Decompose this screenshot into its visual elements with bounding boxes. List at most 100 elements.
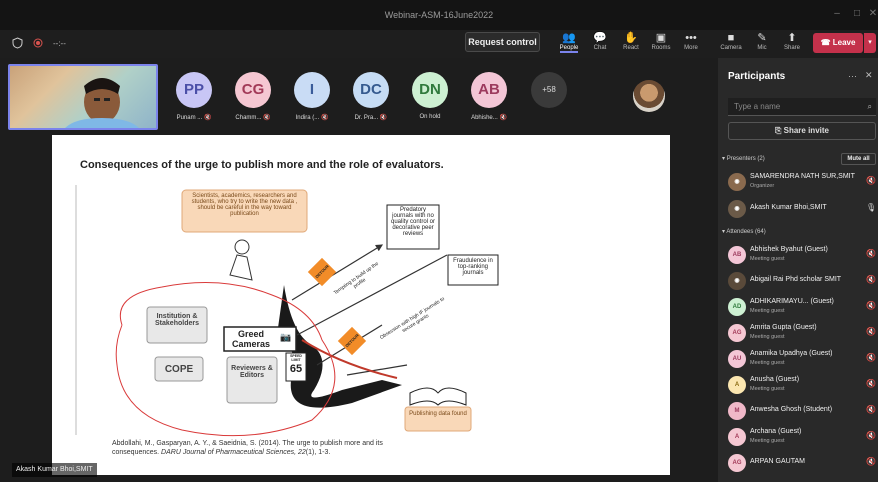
participant-row[interactable]: A Archana (Guest) Meeting guest 🔇	[728, 425, 878, 449]
participants-panel: Participants ··· ✕ Type a name ⌕ ⎘ Share…	[718, 58, 878, 482]
participant-search-input[interactable]: Type a name ⌕	[728, 98, 876, 116]
rooms-button[interactable]: ▣ Rooms	[644, 31, 678, 51]
phone-hangup-icon: ☎	[820, 38, 833, 47]
shared-slide: Consequences of the urge to publish more…	[52, 135, 670, 475]
mic-muted-icon: 🔇	[866, 301, 876, 310]
mic-muted-icon: 🔇	[866, 457, 876, 466]
mic-muted-icon: 🔇	[866, 249, 876, 258]
avatar: ◉	[728, 173, 746, 191]
avatar: DN	[412, 72, 448, 108]
share-icon: ⬆	[787, 32, 797, 44]
participant-row[interactable]: M Anwesha Ghosh (Student) 🔇	[728, 399, 878, 423]
leave-options-chevron-icon[interactable]: ▾	[864, 33, 876, 53]
rooms-icon: ▣	[655, 32, 667, 44]
avatar: AB	[728, 246, 746, 264]
publishing-data-box: Publishing data found	[409, 411, 467, 417]
participant-row[interactable]: AD ADHIKARIMAYU... (Guest) Meeting guest…	[728, 295, 878, 319]
close-panel-icon[interactable]: ✕	[865, 70, 873, 81]
mic-muted-icon: 🔇	[379, 115, 388, 121]
mic-muted-icon: 🔇	[866, 275, 876, 284]
reviewers-box: Reviewers & Editors	[231, 365, 273, 379]
avatar: AG	[728, 454, 746, 472]
avatar: DC	[353, 72, 389, 108]
maximize-button[interactable]: □	[850, 7, 864, 21]
speed-limit-label: SPEED LIMIT	[290, 354, 302, 362]
mic-muted-icon: 🔇	[866, 176, 876, 185]
search-icon: ⌕	[867, 102, 872, 111]
close-window-button[interactable]: ✕	[866, 7, 878, 21]
more-participants-button[interactable]: +58	[531, 72, 567, 108]
more-button[interactable]: ••• More	[674, 31, 708, 51]
institution-box: Institution & Stakeholders	[155, 313, 199, 327]
self-video-tile[interactable]	[8, 64, 158, 130]
avatar: ◉	[728, 200, 746, 218]
window-title: Webinar-ASM-16June2022	[384, 10, 494, 20]
minimize-button[interactable]: –	[830, 7, 844, 21]
avatar: CG	[235, 72, 271, 108]
share-button[interactable]: ⬆ Share	[775, 31, 809, 51]
avatar: PP	[176, 72, 212, 108]
share-invite-icon: ⎘	[775, 126, 784, 135]
title-bar: Webinar-ASM-16June2022 – □ ✕	[0, 0, 878, 30]
mic-icon: 🎙	[866, 203, 877, 212]
mic-muted-icon: 🔇	[263, 115, 271, 121]
mute-all-button[interactable]: Mute all	[841, 153, 876, 165]
mic-muted-icon: 🔇	[203, 115, 212, 121]
participant-row[interactable]: AU Anamika Upadhya (Guest) Meeting guest…	[728, 347, 878, 371]
participant-row[interactable]: ◉ SAMARENDRA NATH SUR,SMIT Organizer 🔇	[728, 170, 878, 194]
panel-title: Participants	[728, 71, 786, 82]
camera-off-icon: ■	[727, 32, 735, 44]
participant-row[interactable]: ◉ Abigail Rai Phd scholar SMIT 🔇	[728, 269, 878, 293]
speed-limit-value: 65	[289, 363, 303, 375]
meeting-timer: --:--	[53, 38, 66, 48]
participant-row[interactable]: A Anusha (Guest) Meeting guest 🔇	[728, 373, 878, 397]
avatar: A	[728, 376, 746, 394]
avatar: A	[728, 428, 746, 446]
participant-tile[interactable]: AB Abhishe... 🔇	[461, 72, 517, 134]
avatar: I	[294, 72, 330, 108]
people-button[interactable]: 👥 People	[552, 31, 586, 53]
react-button[interactable]: ✋ React	[614, 31, 648, 51]
mic-muted-icon: 🔇	[866, 327, 876, 336]
camera-icon: 📷	[280, 332, 292, 342]
meeting-toolbar: --:-- Request control 👥 People 💬 Chat ✋ …	[0, 30, 878, 58]
participant-tile[interactable]: DC Dr. Pra... 🔇	[343, 72, 399, 134]
participant-row[interactable]: AG ARPAN GAUTAM 🔇	[728, 451, 878, 475]
react-icon: ✋	[624, 32, 638, 44]
avatar: AD	[728, 298, 746, 316]
mic-button[interactable]: ✎ Mic	[745, 31, 779, 51]
participant-row[interactable]: AG Amrita Gupta (Guest) Meeting guest 🔇	[728, 321, 878, 345]
participant-row[interactable]: AB Abhishek Byahut (Guest) Meeting guest…	[728, 243, 878, 267]
request-control-button[interactable]: Request control	[465, 32, 540, 52]
participant-photo-avatar[interactable]	[633, 80, 665, 112]
panel-more-icon[interactable]: ···	[848, 71, 857, 81]
citation: Abdollahi, M., Gasparyan, A. Y., & Saeid…	[112, 440, 383, 456]
person-video-feed	[65, 78, 139, 128]
attendees-section-toggle[interactable]: ▾ Attendees (64)	[722, 228, 766, 235]
mic-muted-icon: 🔇	[866, 431, 876, 440]
avatar: AB	[471, 72, 507, 108]
leave-button[interactable]: ☎ Leave	[813, 33, 863, 53]
participant-tile[interactable]: CG Chamm... 🔇	[225, 72, 281, 134]
participant-row[interactable]: ◉ Akash Kumar Bhoi,SMIT 🎙	[728, 197, 878, 221]
avatar: ◉	[728, 272, 746, 290]
presenter-name-tag: Akash Kumar Bhoi,SMIT	[12, 463, 97, 477]
mic-muted-icon: 🔇	[866, 379, 876, 388]
participant-tile[interactable]: DN On hold	[402, 72, 458, 134]
recording-icon	[33, 38, 43, 48]
avatar: AG	[728, 324, 746, 342]
participant-tile[interactable]: PP Punam ... 🔇	[166, 72, 222, 134]
mic-off-icon: ✎	[757, 32, 767, 44]
people-icon: 👥	[562, 32, 576, 44]
chat-icon: 💬	[593, 32, 607, 44]
camera-button[interactable]: ■ Camera	[714, 31, 748, 51]
predatory-journals-box: Predatory journals with no quality contr…	[390, 207, 436, 237]
participant-tile[interactable]: I Indira (... 🔇	[284, 72, 340, 134]
greed-cameras-box: Greed Cameras	[231, 329, 271, 349]
chat-button[interactable]: 💬 Chat	[583, 31, 617, 51]
presenters-section-toggle[interactable]: ▾ Presenters (2)	[722, 155, 765, 162]
mic-muted-icon: 🔇	[866, 353, 876, 362]
shield-icon	[12, 37, 23, 49]
fraudulence-box: Fraudulence in top-ranking journals	[453, 258, 493, 276]
share-invite-button[interactable]: ⎘ Share invite	[728, 122, 876, 140]
